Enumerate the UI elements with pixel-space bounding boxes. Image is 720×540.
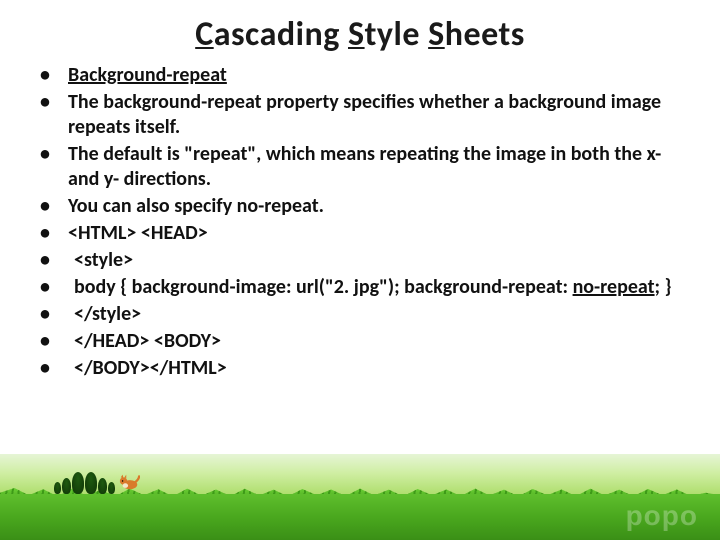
bullet-text: You can also specify no-repeat. bbox=[68, 194, 324, 218]
bullet-text: Background-repeat bbox=[68, 63, 227, 87]
fox-icon bbox=[118, 470, 140, 492]
title-cap-c: C bbox=[195, 14, 214, 55]
bullet-text: The background-repeat property specifies… bbox=[68, 90, 661, 139]
bullet-text: <HTML> <HEAD> bbox=[68, 221, 208, 245]
title-cap-s1: S bbox=[348, 14, 365, 55]
bushes-group bbox=[54, 472, 115, 494]
list-item: Background-repeat bbox=[48, 63, 678, 88]
title-part-ascading: ascading bbox=[214, 14, 340, 55]
list-item: </style> bbox=[48, 302, 678, 327]
list-item: </BODY></HTML> bbox=[48, 356, 678, 381]
bullet-text: <style> bbox=[68, 248, 133, 272]
list-item: The default is "repeat", which means rep… bbox=[48, 142, 678, 192]
watermark-text: popo bbox=[626, 500, 698, 532]
list-item: The background-repeat property specifies… bbox=[48, 90, 678, 140]
list-item: </HEAD> <BODY> bbox=[48, 329, 678, 354]
list-item: <HTML> <HEAD> bbox=[48, 221, 678, 246]
page-title: Cascading Style Sheets bbox=[0, 0, 720, 61]
list-item: <style> bbox=[48, 248, 678, 273]
title-cap-s2: S bbox=[428, 14, 445, 55]
grass-ground bbox=[0, 494, 720, 540]
list-item: You can also specify no-repeat. bbox=[48, 194, 678, 219]
bush-icon bbox=[108, 482, 115, 494]
bush-icon bbox=[54, 482, 61, 494]
bush-icon bbox=[72, 472, 84, 494]
bush-icon bbox=[62, 478, 71, 494]
bullet-text: </BODY></HTML> bbox=[68, 356, 227, 380]
slide: Cascading Style Sheets Background-repeat… bbox=[0, 0, 720, 540]
bullet-prefix: body { background-image: url("2. jpg"); … bbox=[68, 275, 573, 299]
bullet-text: The default is "repeat", which means rep… bbox=[68, 142, 661, 191]
bullet-text: </HEAD> <BODY> bbox=[68, 329, 221, 353]
title-part-tyle: tyle bbox=[365, 14, 420, 55]
bullet-list: Background-repeat The background-repeat … bbox=[48, 63, 678, 381]
bullet-suffix: ; } bbox=[655, 275, 672, 299]
bullet-text: </style> bbox=[68, 302, 141, 326]
bush-icon bbox=[85, 472, 97, 494]
list-item: body { background-image: url("2. jpg"); … bbox=[48, 275, 678, 300]
bullet-underline: no-repeat bbox=[573, 275, 655, 299]
footer-scene: popo bbox=[0, 454, 720, 540]
bush-icon bbox=[98, 478, 107, 494]
title-part-heets: heets bbox=[445, 14, 525, 55]
content-area: Background-repeat The background-repeat … bbox=[0, 63, 720, 381]
